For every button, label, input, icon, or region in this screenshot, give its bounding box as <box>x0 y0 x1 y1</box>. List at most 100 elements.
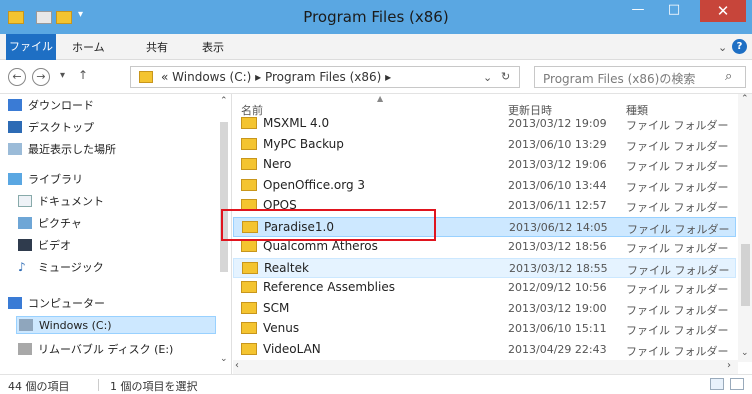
file-list-hscrollbar[interactable]: ‹ › <box>233 360 738 374</box>
table-row[interactable]: VideoLAN 2013/04/29 22:43 ファイル フォルダー <box>233 340 736 360</box>
scroll-down-icon[interactable]: ⌄ <box>220 354 228 364</box>
ribbon: ファイル ホーム 共有 表示 ⌄ ? <box>0 34 752 60</box>
details-view-icon[interactable] <box>710 378 724 390</box>
minimize-button[interactable]: — <box>624 0 652 22</box>
modified-date: 2013/06/10 15:11 <box>508 322 607 335</box>
large-icons-view-icon[interactable] <box>730 378 744 390</box>
tab-file[interactable]: ファイル <box>6 34 56 60</box>
file-type: ファイル フォルダー <box>626 283 729 296</box>
modified-date: 2013/03/12 18:55 <box>509 261 608 275</box>
nav-item-desktop[interactable]: デスクトップ <box>8 118 94 136</box>
navigation-pane: ダウンロード デスクトップ 最近表示した場所 ライブラリ ドキュメント ピクチャ… <box>0 94 232 374</box>
table-row[interactable]: Realtek 2013/03/12 18:55 ファイル フォルダー <box>233 257 736 278</box>
scroll-down-icon[interactable]: ⌄ <box>741 348 749 358</box>
desktop-icon <box>8 121 22 133</box>
tab-view[interactable]: 表示 <box>196 38 230 58</box>
file-name: VideoLAN <box>263 341 321 356</box>
file-name: SCM <box>263 300 290 315</box>
table-row[interactable]: MSXML 4.0 2013/03/12 19:09 ファイル フォルダー <box>233 114 736 134</box>
back-button[interactable]: ← <box>8 68 26 86</box>
scroll-left-icon[interactable]: ‹ <box>235 360 239 371</box>
file-type: ファイル フォルダー <box>627 263 730 277</box>
nav-scrollbar-thumb[interactable] <box>220 122 228 272</box>
table-row[interactable]: OpenOffice.org 3 2013/06/10 13:44 ファイル フォル… <box>233 176 736 196</box>
downloads-icon <box>8 99 22 111</box>
folder-icon <box>241 301 257 314</box>
table-row[interactable]: SCM 2013/03/12 19:00 ファイル フォルダー <box>233 299 736 319</box>
folder-icon <box>241 342 257 355</box>
folder-icon <box>139 71 153 83</box>
libraries-icon <box>8 173 22 185</box>
file-type: ファイル フォルダー <box>626 344 729 358</box>
refresh-icon[interactable]: ↻ <box>501 70 510 83</box>
forward-button[interactable]: → <box>32 68 50 86</box>
table-row[interactable]: Nero 2013/03/12 19:06 ファイル フォルダー <box>233 155 736 175</box>
computer-icon <box>8 297 22 309</box>
nav-item-label: ドキュメント <box>38 195 104 208</box>
folder-icon <box>241 117 257 129</box>
table-row[interactable]: Venus 2013/06/10 15:11 ファイル フォルダー <box>233 319 736 339</box>
table-row[interactable]: Reference Assemblies 2012/09/12 10:56 ファイル… <box>233 278 736 298</box>
file-type: ファイル フォルダー <box>626 324 729 337</box>
title-bar: ▾ Program Files (x86) — □ ✕ <box>0 0 752 34</box>
nav-item-downloads[interactable]: ダウンロード <box>8 96 94 114</box>
search-input[interactable]: Program Files (x86)の検索 ⌕ <box>534 66 746 88</box>
file-list-scrollbar[interactable]: ⌃ ⌄ <box>738 94 752 362</box>
file-type: ファイル フォルダー <box>626 160 729 173</box>
search-icon[interactable]: ⌕ <box>725 69 732 84</box>
nav-item-pictures[interactable]: ピクチャ <box>18 214 82 232</box>
tab-share[interactable]: 共有 <box>140 38 174 58</box>
modified-date: 2013/03/12 19:00 <box>508 301 607 315</box>
scroll-up-icon[interactable]: ⌃ <box>220 96 228 106</box>
maximize-button[interactable]: □ <box>660 0 688 22</box>
table-row[interactable]: MyPC Backup 2013/06/10 13:29 ファイル フォルダー <box>233 135 736 155</box>
modified-date: 2012/09/12 10:56 <box>508 281 607 294</box>
folder-icon <box>241 137 257 150</box>
nav-item-recent-places[interactable]: 最近表示した場所 <box>8 140 116 158</box>
scroll-up-icon[interactable]: ⌃ <box>741 94 749 104</box>
folder-icon <box>241 178 257 191</box>
annotation-highlight-box <box>221 209 436 241</box>
tab-home[interactable]: ホーム <box>66 38 111 58</box>
address-history-icon[interactable]: ⌄ <box>483 71 492 84</box>
nav-item-libraries[interactable]: ライブラリ <box>8 170 83 188</box>
address-bar[interactable]: « Windows (C:) ▸ Program Files (x86) ▸ ⌄… <box>130 66 520 88</box>
file-name: MyPC Backup <box>263 136 344 151</box>
file-name: Nero <box>263 157 292 171</box>
nav-item-label: デスクトップ <box>28 121 94 134</box>
search-placeholder: Program Files (x86)の検索 <box>543 72 696 86</box>
scroll-right-icon[interactable]: › <box>727 360 731 371</box>
nav-item-label: Windows (C:) <box>39 318 112 332</box>
folder-icon <box>241 281 257 293</box>
file-type: ファイル フォルダー <box>626 201 729 214</box>
breadcrumb[interactable]: « Windows (C:) ▸ Program Files (x86) ▸ <box>161 70 391 84</box>
recent-locations-icon[interactable]: ▾ <box>60 70 65 81</box>
status-divider <box>98 379 99 391</box>
file-list-scrollbar-thumb[interactable] <box>741 244 750 306</box>
nav-item-removable-disk[interactable]: リムーバブル ディスク (E:) <box>18 340 173 358</box>
file-name: Qualcomm Atheros <box>263 239 378 253</box>
nav-item-label: ピクチャ <box>38 217 82 230</box>
file-name: Realtek <box>264 260 309 275</box>
nav-item-computer[interactable]: コンピューター <box>8 294 105 312</box>
nav-item-windows-c[interactable]: Windows (C:) <box>16 316 216 334</box>
folder-icon <box>242 261 258 274</box>
ribbon-expand-icon[interactable]: ⌄ <box>712 38 733 58</box>
nav-item-label: ライブラリ <box>28 173 83 186</box>
close-button[interactable]: ✕ <box>700 0 746 22</box>
folder-icon <box>241 240 257 252</box>
modified-date: 2013/03/12 19:09 <box>508 117 607 130</box>
drive-icon <box>19 319 33 331</box>
recent-places-icon <box>8 143 22 155</box>
up-button[interactable]: ↑ <box>78 68 88 82</box>
nav-item-documents[interactable]: ドキュメント <box>18 192 104 210</box>
nav-item-videos[interactable]: ビデオ <box>18 236 71 254</box>
folder-icon <box>241 322 257 334</box>
help-icon[interactable]: ? <box>732 39 747 54</box>
file-name: Reference Assemblies <box>263 280 395 294</box>
nav-item-music[interactable]: ♪ ミュージック <box>18 258 104 276</box>
sort-ascending-icon: ▲ <box>377 94 384 103</box>
nav-item-label: ビデオ <box>38 239 71 252</box>
nav-item-label: ミュージック <box>38 261 104 274</box>
modified-date: 2013/03/12 19:06 <box>508 158 607 171</box>
